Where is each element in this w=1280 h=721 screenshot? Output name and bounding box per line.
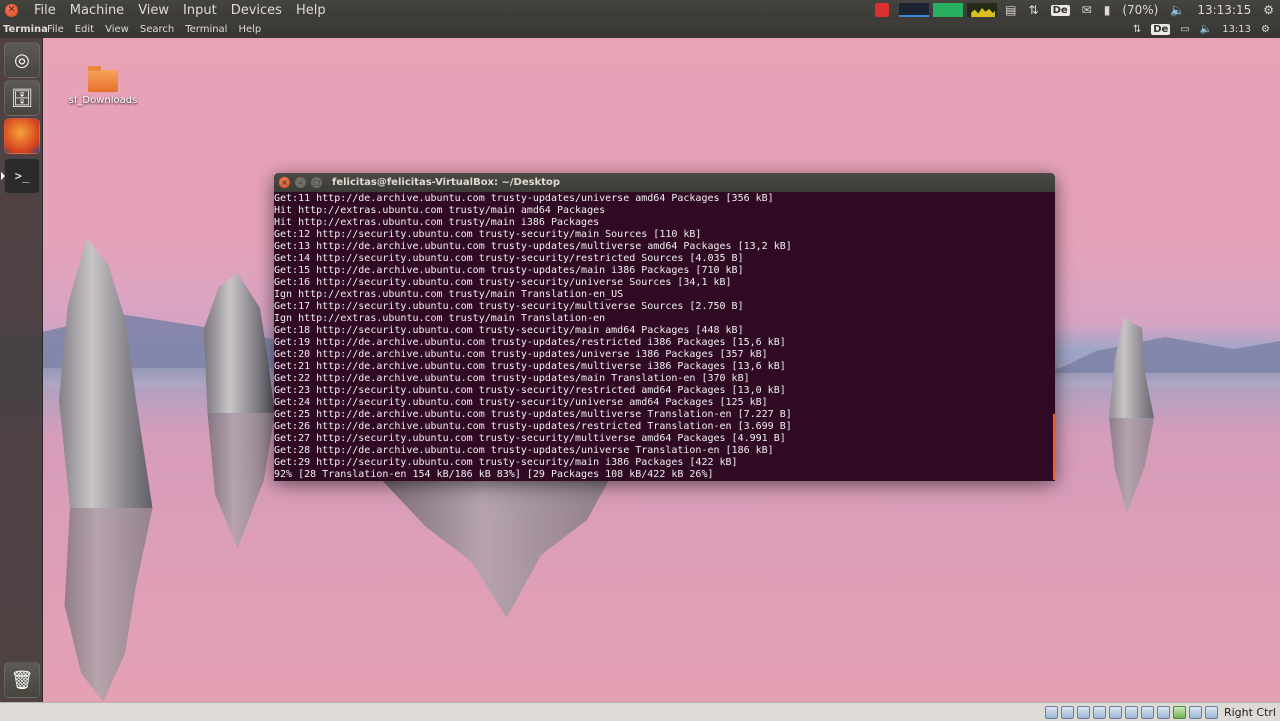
terminal-line: Get:27 http://security.ubuntu.com trusty…	[274, 433, 786, 444]
tufa-reflection-middle	[207, 413, 275, 548]
right-mountain	[1050, 337, 1280, 373]
terminal-line: Get:26 http://de.archive.ubuntu.com trus…	[274, 421, 792, 432]
terminal-icon[interactable]: >_	[1, 158, 40, 194]
guest-keyboard-layout-indicator[interactable]: De	[1151, 23, 1171, 35]
virtualization-icon[interactable]	[1172, 705, 1186, 719]
terminal-line: Get:29 http://security.ubuntu.com trusty…	[274, 457, 738, 468]
terminal-line: Get:25 http://de.archive.ubuntu.com trus…	[274, 409, 792, 420]
video-capture-icon[interactable]	[1156, 705, 1170, 719]
audio-icon[interactable]	[1076, 705, 1090, 719]
terminal-line: Get:28 http://de.archive.ubuntu.com trus…	[274, 445, 774, 456]
dash-home-icon[interactable]: ◎	[4, 42, 40, 78]
guest-menu-edit[interactable]: Edit	[75, 24, 94, 35]
host-menu-list: File Machine View Input Devices Help	[34, 3, 340, 18]
firefox-icon[interactable]	[4, 118, 40, 154]
terminal-line: Hit http://extras.ubuntu.com trusty/main…	[274, 217, 600, 228]
terminal-progress-line: 92% [28 Translation-en 154 kB/186 kB 83%…	[274, 469, 714, 480]
terminal-scrollbar[interactable]	[1053, 414, 1055, 480]
guest-app-name: Terminal	[3, 23, 47, 35]
host-key-label: Right Ctrl	[1223, 705, 1276, 719]
guest-volume-icon[interactable]: 🔈	[1200, 24, 1212, 35]
guest-menu-terminal[interactable]: Terminal	[185, 24, 227, 35]
guest-menu-search[interactable]: Search	[140, 24, 174, 35]
window-minimize-icon[interactable]: –	[295, 177, 306, 188]
record-icon[interactable]	[875, 3, 890, 17]
keyboard-layout-indicator[interactable]: De	[1050, 4, 1070, 16]
desktop-folder-sf-downloads[interactable]: sf_Downloads	[68, 66, 138, 106]
guest-network-arrows-icon[interactable]: ⇅	[1133, 24, 1141, 35]
notes-icon[interactable]: ▤	[1005, 3, 1016, 17]
terminal-line: Get:16 http://security.ubuntu.com trusty…	[274, 277, 732, 288]
folder-label: sf_Downloads	[68, 95, 138, 106]
host-menu-help[interactable]: Help	[296, 3, 326, 18]
terminal-line: Ign http://extras.ubuntu.com trusty/main…	[274, 313, 606, 324]
network-graph-icon[interactable]	[967, 3, 998, 17]
terminal-line: Get:14 http://security.ubuntu.com trusty…	[274, 253, 744, 264]
host-clock[interactable]: 13:13:15	[1197, 3, 1251, 17]
display-icon[interactable]	[1140, 705, 1154, 719]
terminal-line: Get:22 http://de.archive.ubuntu.com trus…	[274, 373, 750, 384]
guest-top-panel: Terminal File Edit View Search Terminal …	[0, 20, 1280, 38]
tufa-tower-middle	[203, 273, 275, 413]
guest-battery-icon[interactable]: ▭	[1180, 24, 1189, 35]
gear-icon[interactable]: ⚙	[1263, 3, 1274, 17]
guest-tray: ⇅ De ▭ 🔈 13:13 ⚙	[1123, 20, 1270, 38]
close-icon[interactable]: ✕	[5, 3, 18, 17]
cpu-graph-icon[interactable]	[899, 3, 930, 17]
volume-icon[interactable]: 🔈	[1170, 3, 1185, 17]
window-maximize-icon[interactable]: □	[311, 177, 322, 188]
host-menu-machine[interactable]: Machine	[70, 3, 124, 18]
guest-menu-list: File Edit View Search Terminal Help	[47, 24, 272, 35]
terminal-line: Get:13 http://de.archive.ubuntu.com trus…	[274, 241, 792, 252]
usb-icon[interactable]	[1108, 705, 1122, 719]
terminal-titlebar[interactable]: × – □ felicitas@felicitas-VirtualBox: ~/…	[274, 173, 1055, 192]
terminal-line: Get:20 http://de.archive.ubuntu.com trus…	[274, 349, 768, 360]
network-adapter-icon[interactable]	[1092, 705, 1106, 719]
keyboard-capture-icon[interactable]	[1204, 705, 1218, 719]
tufa-reflection-left	[64, 508, 153, 702]
trash-icon[interactable]: 🗑	[4, 662, 40, 698]
guest-gear-icon[interactable]: ⚙	[1261, 24, 1270, 35]
terminal-line: Hit http://extras.ubuntu.com trusty/main…	[274, 205, 606, 216]
window-close-icon[interactable]: ×	[279, 177, 290, 188]
terminal-line: Get:21 http://de.archive.ubuntu.com trus…	[274, 361, 786, 372]
terminal-line: Get:23 http://security.ubuntu.com trusty…	[274, 385, 786, 396]
host-menubar: ✕ File Machine View Input Devices Help ▤…	[0, 0, 1280, 20]
hard-disk-icon[interactable]	[1044, 705, 1058, 719]
guest-menu-view[interactable]: View	[105, 24, 129, 35]
guest-menu-file[interactable]: File	[47, 24, 64, 35]
battery-percentage[interactable]: (70%)	[1122, 3, 1158, 17]
file-manager-icon[interactable]: 🗄	[4, 80, 40, 116]
optical-drive-icon[interactable]	[1060, 705, 1074, 719]
host-menu-file[interactable]: File	[34, 3, 56, 18]
tufa-reflection-center	[380, 478, 610, 618]
terminal-output[interactable]: Get:11 http://de.archive.ubuntu.com trus…	[274, 192, 1055, 481]
terminal-line: Get:17 http://security.ubuntu.com trusty…	[274, 301, 744, 312]
terminal-line: Ign http://extras.ubuntu.com trusty/main…	[274, 289, 624, 300]
terminal-window[interactable]: × – □ felicitas@felicitas-VirtualBox: ~/…	[274, 173, 1055, 481]
terminal-title: felicitas@felicitas-VirtualBox: ~/Deskto…	[332, 177, 561, 188]
memory-graph-icon[interactable]	[933, 3, 964, 17]
terminal-line: Get:24 http://security.ubuntu.com trusty…	[274, 397, 768, 408]
shared-folders-icon[interactable]	[1124, 705, 1138, 719]
host-menu-view[interactable]: View	[138, 3, 169, 18]
terminal-line: Get:19 http://de.archive.ubuntu.com trus…	[274, 337, 786, 348]
folder-icon	[88, 66, 118, 92]
guest-menu-help[interactable]: Help	[238, 24, 261, 35]
virtualbox-status-bar: Right Ctrl	[0, 702, 1280, 721]
mail-icon[interactable]: ✉	[1082, 3, 1092, 17]
battery-icon[interactable]: ▮	[1104, 3, 1111, 17]
unity-launcher: ◎ 🗄 >_ 🗑	[0, 38, 43, 702]
terminal-line: Get:11 http://de.archive.ubuntu.com trus…	[274, 193, 774, 204]
tufa-reflection-right	[1109, 418, 1154, 513]
host-tray: ▤ ⇅ De ✉ ▮ (70%) 🔈 13:13:15 ⚙	[875, 0, 1280, 20]
terminal-line: Get:12 http://security.ubuntu.com trusty…	[274, 229, 702, 240]
terminal-line: Get:18 http://security.ubuntu.com trusty…	[274, 325, 744, 336]
terminal-line: Get:15 http://de.archive.ubuntu.com trus…	[274, 265, 744, 276]
mouse-integration-icon[interactable]	[1188, 705, 1202, 719]
host-menu-input[interactable]: Input	[183, 3, 217, 18]
guest-clock[interactable]: 13:13	[1222, 24, 1251, 35]
host-menu-devices[interactable]: Devices	[231, 3, 282, 18]
network-arrows-icon[interactable]: ⇅	[1029, 3, 1039, 17]
